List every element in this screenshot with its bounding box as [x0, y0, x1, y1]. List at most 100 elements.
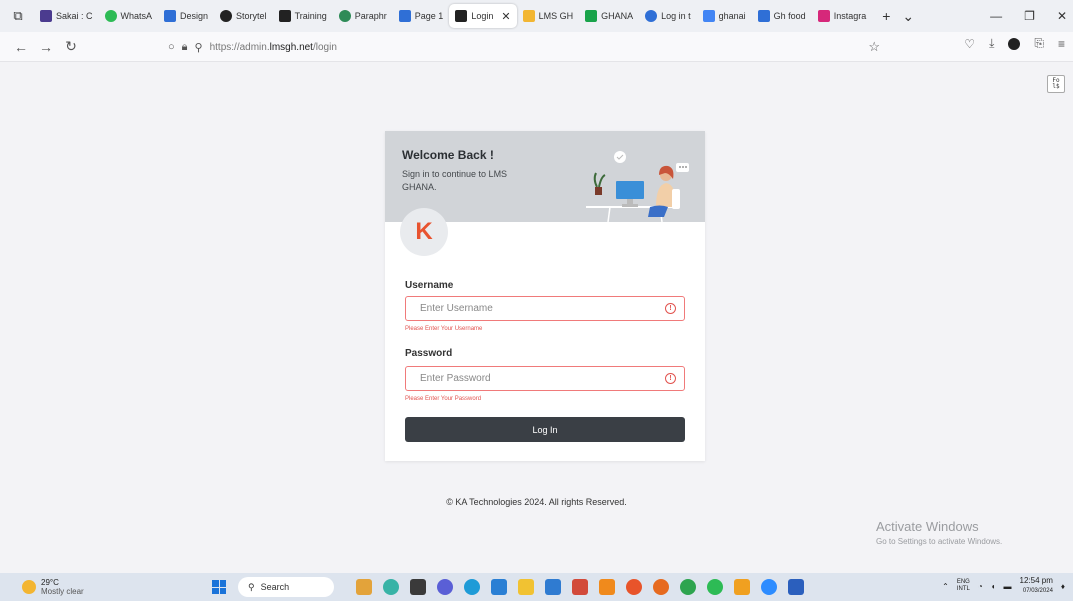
- notification-bell-icon[interactable]: ♦: [1061, 582, 1065, 591]
- battery-icon[interactable]: ▬: [1004, 582, 1012, 591]
- store-icon[interactable]: [491, 579, 507, 595]
- tab-active[interactable]: Login ✕: [449, 4, 517, 28]
- browser-tab[interactable]: Page 1: [393, 4, 450, 28]
- tab-label: Instagra: [833, 11, 867, 21]
- shield-icon[interactable]: ○: [168, 41, 175, 53]
- menu-icon[interactable]: ≡: [1058, 37, 1065, 51]
- tab-list-icon[interactable]: ⧉: [8, 6, 28, 26]
- warning-app-icon[interactable]: [734, 579, 750, 595]
- username-error: Please Enter Your Username: [405, 326, 483, 332]
- tab-list: Sakai : C WhatsA Design Storytel Training Par…: [34, 4, 872, 28]
- restore-icon[interactable]: ❐: [1024, 9, 1035, 23]
- browser-tab[interactable]: Gh food: [752, 4, 812, 28]
- new-tab-icon[interactable]: +: [882, 8, 890, 24]
- whatsapp-icon: [104, 10, 117, 22]
- docs-icon: [757, 10, 770, 22]
- whatsapp-taskbar-icon[interactable]: [707, 579, 723, 595]
- username-label: Username: [405, 280, 454, 291]
- brave-icon[interactable]: [626, 579, 642, 595]
- task-view-icon[interactable]: [410, 579, 426, 595]
- browser-tab[interactable]: LMS GH: [517, 4, 580, 28]
- word-icon[interactable]: [788, 579, 804, 595]
- forward-icon[interactable]: →: [35, 36, 57, 58]
- mail-icon[interactable]: [545, 579, 561, 595]
- weather-text: 29°C Mostly clear: [41, 578, 84, 596]
- sheets-icon: [585, 10, 598, 22]
- close-tab-icon[interactable]: ✕: [501, 10, 510, 23]
- windows-taskbar: 29°C Mostly clear ⚲ Search ⌃ ENG INTL ◔ …: [0, 573, 1073, 601]
- tray-chevron-icon[interactable]: ⌃: [942, 582, 949, 591]
- tab-label: Storytel: [236, 11, 267, 21]
- close-window-icon[interactable]: ✕: [1057, 9, 1067, 23]
- wifi-icon[interactable]: ◔: [978, 582, 983, 591]
- photos-icon[interactable]: [356, 579, 372, 595]
- extensions-icon[interactable]: ⎘: [1034, 36, 1044, 51]
- copyright-footer: © KA Technologies 2024. All rights Reser…: [446, 497, 627, 507]
- minimize-icon[interactable]: —: [990, 9, 1002, 23]
- username-placeholder: Enter Username: [420, 303, 493, 314]
- vlc-icon[interactable]: [599, 579, 615, 595]
- edge-icon[interactable]: [464, 579, 480, 595]
- window-controls: — ❐ ✕: [990, 0, 1067, 32]
- url-text[interactable]: https://admin.lmsgh.net/login: [210, 42, 337, 53]
- browser-tab[interactable]: Design: [158, 4, 214, 28]
- tab-label: Login: [471, 11, 494, 21]
- password-field[interactable]: Enter Password !: [405, 366, 685, 391]
- copilot-icon[interactable]: [383, 579, 399, 595]
- browser-tab[interactable]: Paraphr: [333, 4, 393, 28]
- firefox-icon[interactable]: [653, 579, 669, 595]
- tab-label: Paraphr: [354, 11, 387, 21]
- language-indicator[interactable]: ENG INTL: [957, 579, 970, 593]
- back-icon[interactable]: ←: [10, 36, 32, 58]
- clock[interactable]: 12:54 pm 07/03/2024: [1020, 576, 1053, 596]
- browser-tab[interactable]: GHANA: [579, 4, 639, 28]
- lms-icon: [455, 10, 468, 22]
- login-card: Welcome Back ! Sign in to continue to LM…: [385, 131, 705, 461]
- browser-tab[interactable]: ghanai: [697, 4, 752, 28]
- permissions-icon[interactable]: ⚲: [195, 41, 203, 54]
- windows-start-icon[interactable]: [212, 580, 226, 594]
- account-icon[interactable]: [1008, 37, 1021, 50]
- chevron-down-icon[interactable]: ⌄: [902, 8, 914, 25]
- username-field[interactable]: Enter Username !: [405, 296, 685, 321]
- lang-code: ENG: [956, 579, 970, 585]
- lock-icon[interactable]: 🔒︎: [182, 41, 188, 54]
- weather-widget[interactable]: 29°C Mostly clear: [22, 578, 84, 596]
- instagram-icon: [817, 10, 830, 22]
- weather-icon: [22, 580, 36, 594]
- page-content: Fo l$ Welcome Back ! Sign in to continue…: [0, 63, 1073, 573]
- company-logo: K: [400, 208, 448, 256]
- address-bar[interactable]: ○ 🔒︎ ⚲ https://admin.lmsgh.net/login ☆: [168, 36, 880, 58]
- lang-variant: INTL: [956, 586, 970, 592]
- browser-tab[interactable]: Instagra: [812, 4, 873, 28]
- activate-windows-watermark: Activate Windows Go to Settings to activ…: [876, 519, 1002, 546]
- password-error: Please Enter Your Password: [405, 396, 482, 402]
- clock-time: 12:54 pm: [1019, 576, 1053, 585]
- file-explorer-icon[interactable]: [518, 579, 534, 595]
- downloads-icon[interactable]: ⤓: [989, 36, 994, 51]
- browser-tab[interactable]: Log in t: [639, 4, 697, 28]
- browser-tab[interactable]: WhatsA: [99, 4, 159, 28]
- volume-icon[interactable]: ◖: [991, 582, 996, 591]
- chrome-icon[interactable]: [680, 579, 696, 595]
- browser-tab[interactable]: Storytel: [214, 4, 273, 28]
- password-label: Password: [405, 348, 453, 359]
- lms-gh-icon: [522, 10, 535, 22]
- tab-label: Page 1: [414, 11, 444, 21]
- zoom-icon[interactable]: [761, 579, 777, 595]
- login-button[interactable]: Log In: [405, 417, 685, 442]
- tab-label: ghanai: [718, 11, 746, 21]
- search-label: Search: [260, 582, 290, 592]
- taskbar-search[interactable]: ⚲ Search: [238, 577, 334, 597]
- browser-tab[interactable]: Training: [273, 4, 333, 28]
- reload-icon[interactable]: ↻: [60, 36, 82, 58]
- username-error-icon: !: [665, 303, 676, 314]
- url-prefix: https://admin.: [209, 41, 270, 53]
- reader-view-icon[interactable]: Fo l$: [1047, 75, 1065, 93]
- bookmark-star-icon[interactable]: ☆: [868, 39, 880, 55]
- excel-icon[interactable]: [572, 579, 588, 595]
- pocket-icon[interactable]: ♡: [964, 37, 975, 51]
- pinned-apps: [356, 579, 804, 595]
- chat-icon[interactable]: [437, 579, 453, 595]
- browser-tab[interactable]: Sakai : C: [34, 4, 99, 28]
